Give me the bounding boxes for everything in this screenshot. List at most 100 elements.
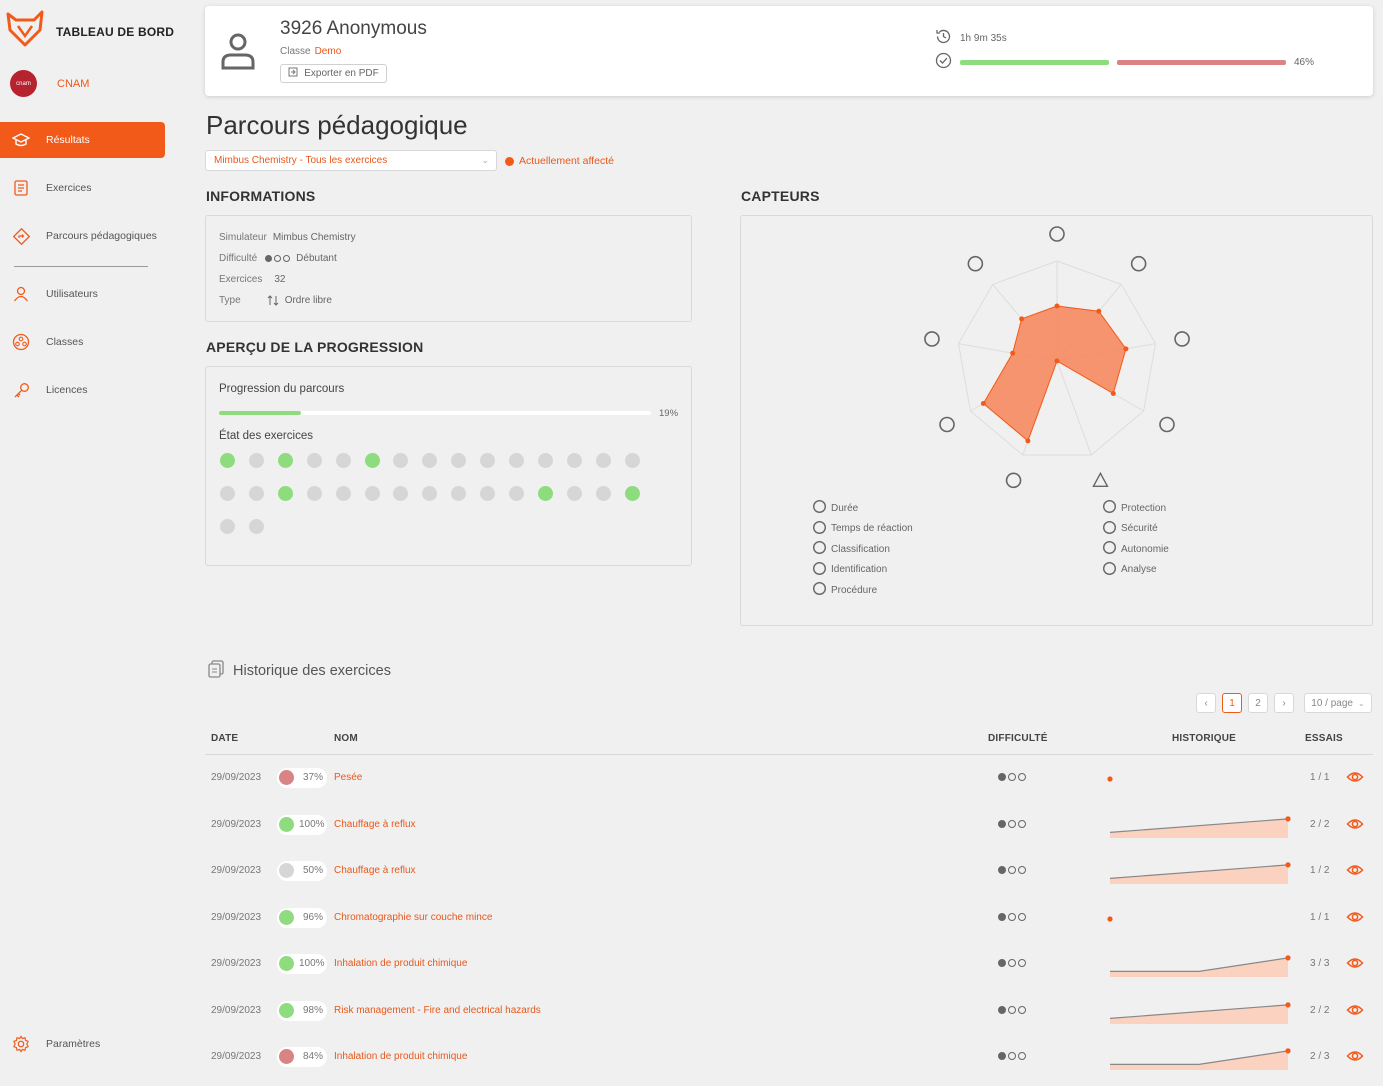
clock-history-icon [935, 28, 952, 48]
table-row[interactable]: 29/09/2023 98% Risk management - Fire and … [205, 1000, 1373, 1046]
exercise-state-dot[interactable] [393, 453, 409, 468]
nav-item-label: Résultats [46, 134, 90, 146]
eye-icon[interactable] [1346, 954, 1364, 977]
column-header-tries[interactable]: ESSAIS [1305, 733, 1343, 744]
nav-item-label: Parcours pédagogiques [46, 230, 157, 242]
table-row[interactable]: 29/09/2023 100% Chauffage à reflux 2 / 2 [205, 814, 1373, 860]
pagination-page-1[interactable]: 1 [1222, 693, 1242, 713]
brand[interactable]: TABLEAU DE BORD [6, 10, 174, 53]
exercise-state-dot[interactable] [537, 453, 553, 468]
exercise-state-dot[interactable] [566, 486, 582, 501]
exercise-state-dot[interactable] [277, 486, 293, 501]
nav-divider [14, 266, 148, 267]
exercise-state-dot[interactable] [509, 453, 524, 468]
exercise-state-dot[interactable] [220, 519, 235, 534]
exercise-state-dot[interactable] [248, 486, 264, 501]
row-exercise-name[interactable]: Chauffage à reflux [334, 865, 416, 876]
column-header-history[interactable]: HISTORIQUE [1172, 733, 1236, 744]
sparkline-area [1110, 1004, 1288, 1024]
exercise-state-dot[interactable] [393, 486, 409, 501]
pagination-page-2[interactable]: 2 [1248, 693, 1268, 713]
eye-icon[interactable] [1346, 768, 1364, 791]
nav-item-label: Utilisateurs [46, 288, 98, 300]
exercise-state-dot[interactable] [248, 453, 264, 468]
exercise-state-dot[interactable] [306, 453, 322, 468]
sparkline-point [1107, 776, 1113, 782]
exercise-state-dot[interactable] [422, 453, 438, 468]
brain-gear-icon [1102, 561, 1117, 579]
table-row[interactable]: 29/09/2023 84% Inhalation de produit chimi… [205, 1046, 1373, 1086]
exercise-state-dot[interactable] [595, 486, 611, 501]
eye-icon[interactable] [1346, 1047, 1364, 1070]
row-date: 29/09/2023 [211, 818, 262, 830]
row-tries: 2 / 3 [1310, 1051, 1330, 1062]
exercise-state-dot[interactable] [306, 486, 322, 501]
nav-item-users[interactable]: Utilisateurs [0, 276, 165, 312]
info-row-simulator: Simulateur Mimbus Chemistry [219, 232, 356, 243]
row-exercise-name[interactable]: Chromatographie sur couche mince [334, 912, 492, 923]
exercise-state-dot[interactable] [624, 486, 640, 501]
nav-item-licenses[interactable]: Licences [0, 372, 165, 408]
eye-icon[interactable] [1346, 815, 1364, 838]
class-line: Classe Demo [280, 46, 341, 57]
legend-item: Identification [812, 561, 887, 579]
sparkline-point [1285, 1001, 1291, 1007]
exercise-state-dot[interactable] [277, 453, 293, 468]
nav-item-exercises[interactable]: Exercices [0, 170, 165, 206]
exercise-state-dot[interactable] [451, 486, 467, 501]
row-exercise-name[interactable]: Chauffage à reflux [334, 819, 416, 830]
course-select[interactable]: Mimbus Chemistry - Tous les exercices ⌄ [205, 150, 497, 171]
export-pdf-button[interactable]: Exporter en PDF [280, 64, 387, 83]
pagination-prev-button[interactable]: ‹ [1196, 693, 1216, 713]
nav-item-classes[interactable]: Classes [0, 324, 165, 360]
sparkline-area [1110, 957, 1288, 977]
info-label: Difficulté [219, 253, 258, 264]
exercise-state-dot[interactable] [248, 519, 264, 534]
column-header-difficulty[interactable]: DIFFICULTÉ [988, 733, 1048, 744]
exercise-state-dot[interactable] [509, 486, 524, 501]
table-row[interactable]: 29/09/2023 37% Pesée 1 / 1 [205, 767, 1373, 813]
brain-gear-icon [924, 331, 940, 347]
column-header-date[interactable]: DATE [211, 733, 238, 744]
row-exercise-name[interactable]: Inhalation de produit chimique [334, 1051, 467, 1062]
exercise-state-dot[interactable] [220, 486, 235, 501]
exercise-state-dot[interactable] [335, 486, 351, 501]
org-switcher[interactable]: cnam CNAM [10, 70, 89, 97]
row-exercise-name[interactable]: Pesée [334, 772, 362, 783]
nav-item-paths[interactable]: Parcours pédagogiques [0, 218, 165, 254]
exercise-state-dot[interactable] [624, 453, 640, 468]
pagination-next-button[interactable]: › [1274, 693, 1294, 713]
eye-icon[interactable] [1346, 861, 1364, 884]
exercise-state-dot[interactable] [220, 453, 235, 468]
class-link[interactable]: Demo [315, 46, 342, 57]
table-row[interactable]: 29/09/2023 100% Inhalation de produit chim… [205, 953, 1373, 999]
history-title-block: Historique des exercices [207, 660, 391, 682]
exercise-state-dot[interactable] [335, 453, 351, 468]
legend-item: Sécurité [1102, 520, 1158, 538]
exercise-state-dot[interactable] [422, 486, 438, 501]
eye-icon[interactable] [1346, 1001, 1364, 1024]
row-score: 50% [302, 865, 323, 876]
exercise-state-dot[interactable] [566, 453, 582, 468]
exercise-state-dot[interactable] [537, 486, 553, 501]
row-exercise-name[interactable]: Inhalation de produit chimique [334, 958, 467, 969]
page-size-select[interactable]: 10 / page ⌄ [1304, 693, 1372, 713]
exercise-state-dot[interactable] [595, 453, 611, 468]
eye-icon[interactable] [1346, 908, 1364, 931]
nav-item-results[interactable]: Résultats [0, 122, 165, 158]
column-header-name[interactable]: NOM [334, 733, 358, 744]
exercise-state-dot[interactable] [364, 486, 380, 501]
legend-item: Procédure [812, 581, 877, 599]
table-row[interactable]: 29/09/2023 50% Chauffage à reflux 1 / 2 [205, 860, 1373, 906]
exercise-state-dot[interactable] [480, 453, 496, 468]
exercise-state-dot[interactable] [364, 453, 380, 468]
progress-title: Progression du parcours [219, 383, 345, 395]
table-row[interactable]: 29/09/2023 96% Chromatographie sur couche … [205, 907, 1373, 953]
nav-item-settings[interactable]: Paramètres [0, 1026, 165, 1062]
exercise-state-dot[interactable] [451, 453, 467, 468]
row-date: 29/09/2023 [211, 865, 262, 876]
exercise-state-dot[interactable] [480, 486, 496, 501]
row-exercise-name[interactable]: Risk management - Fire and electrical ha… [334, 1005, 541, 1016]
route-sign-icon [12, 227, 30, 245]
history-sparkline [1110, 955, 1291, 977]
